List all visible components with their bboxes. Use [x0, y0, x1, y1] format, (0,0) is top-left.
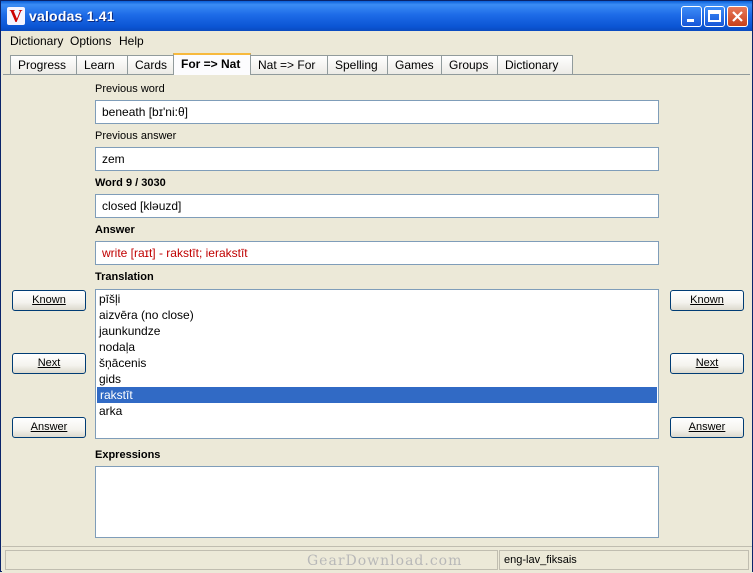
known-button-left[interactable]: Known [12, 290, 86, 311]
menu-help[interactable]: Help [119, 34, 144, 48]
answer-button-left[interactable]: Answer [12, 417, 86, 438]
answer-label: Answer [95, 224, 135, 236]
list-item[interactable]: šņācenis [96, 355, 658, 371]
tab-dictionary[interactable]: Dictionary [497, 55, 573, 74]
tab-for-nat[interactable]: For => Nat [173, 53, 251, 75]
tab-nat-for[interactable]: Nat => For [250, 55, 328, 74]
previous-answer-label: Previous answer [95, 130, 177, 142]
list-item[interactable]: aizvēra (no close) [96, 307, 658, 323]
answer-button-right[interactable]: Answer [670, 417, 744, 438]
maximize-icon [708, 10, 721, 22]
translation-listbox[interactable]: pīšļi aizvēra (no close) jaunkundze noda… [95, 289, 659, 439]
next-button-left[interactable]: Next [12, 353, 86, 374]
list-item-selected[interactable]: rakstīt [97, 387, 657, 403]
tab-groups[interactable]: Groups [441, 55, 498, 74]
list-item[interactable]: nodaļa [96, 339, 658, 355]
tab-spelling[interactable]: Spelling [327, 55, 388, 74]
minimize-icon [687, 19, 694, 22]
expressions-label: Expressions [95, 449, 161, 461]
translation-label: Translation [95, 271, 154, 283]
known-button-label: Known [32, 294, 66, 306]
list-item[interactable]: gids [96, 371, 658, 387]
close-button[interactable] [727, 6, 748, 27]
tab-progress[interactable]: Progress [10, 55, 77, 74]
next-button-right[interactable]: Next [670, 353, 744, 374]
previous-word-field[interactable]: beneath [bɪ'ni:θ] [95, 100, 659, 124]
next-button-label: Next [695, 357, 719, 369]
app-window: V valodas 1.41 Dictionary Options Help P… [0, 0, 753, 573]
answer-button-label: Answer [30, 421, 68, 433]
previous-word-label: Previous word [95, 83, 165, 95]
tab-learn[interactable]: Learn [76, 55, 128, 74]
status-dictionary: eng-lav_fiksais [499, 550, 749, 570]
next-button-label: Next [37, 357, 61, 369]
menu-dictionary[interactable]: Dictionary [10, 34, 63, 48]
expressions-field[interactable] [95, 466, 659, 538]
menu-bar: Dictionary Options Help [2, 31, 752, 51]
answer-button-label: Answer [688, 421, 726, 433]
app-logo-icon: V [7, 7, 25, 25]
window-title: valodas 1.41 [29, 8, 115, 24]
list-item[interactable]: arka [96, 403, 658, 419]
tab-games[interactable]: Games [387, 55, 442, 74]
tab-strip: Progress Learn Cards For => Nat Nat => F… [2, 53, 752, 75]
list-item[interactable]: jaunkundze [96, 323, 658, 339]
known-button-right[interactable]: Known [670, 290, 744, 311]
word-counter-label: Word 9 / 3030 [95, 177, 166, 189]
menu-options[interactable]: Options [70, 34, 111, 48]
list-item[interactable]: pīšļi [96, 291, 658, 307]
previous-answer-field[interactable]: zem [95, 147, 659, 171]
close-icon [732, 11, 743, 22]
maximize-button[interactable] [704, 6, 725, 27]
known-button-label: Known [690, 294, 724, 306]
minimize-button[interactable] [681, 6, 702, 27]
title-bar[interactable]: V valodas 1.41 [1, 1, 752, 31]
word-field[interactable]: closed [kləuzd] [95, 194, 659, 218]
tab-cards[interactable]: Cards [127, 55, 174, 74]
watermark: GearDownload.com [307, 553, 463, 569]
answer-field[interactable]: write [raɪt] - rakstīt; ierakstīt [95, 241, 659, 265]
